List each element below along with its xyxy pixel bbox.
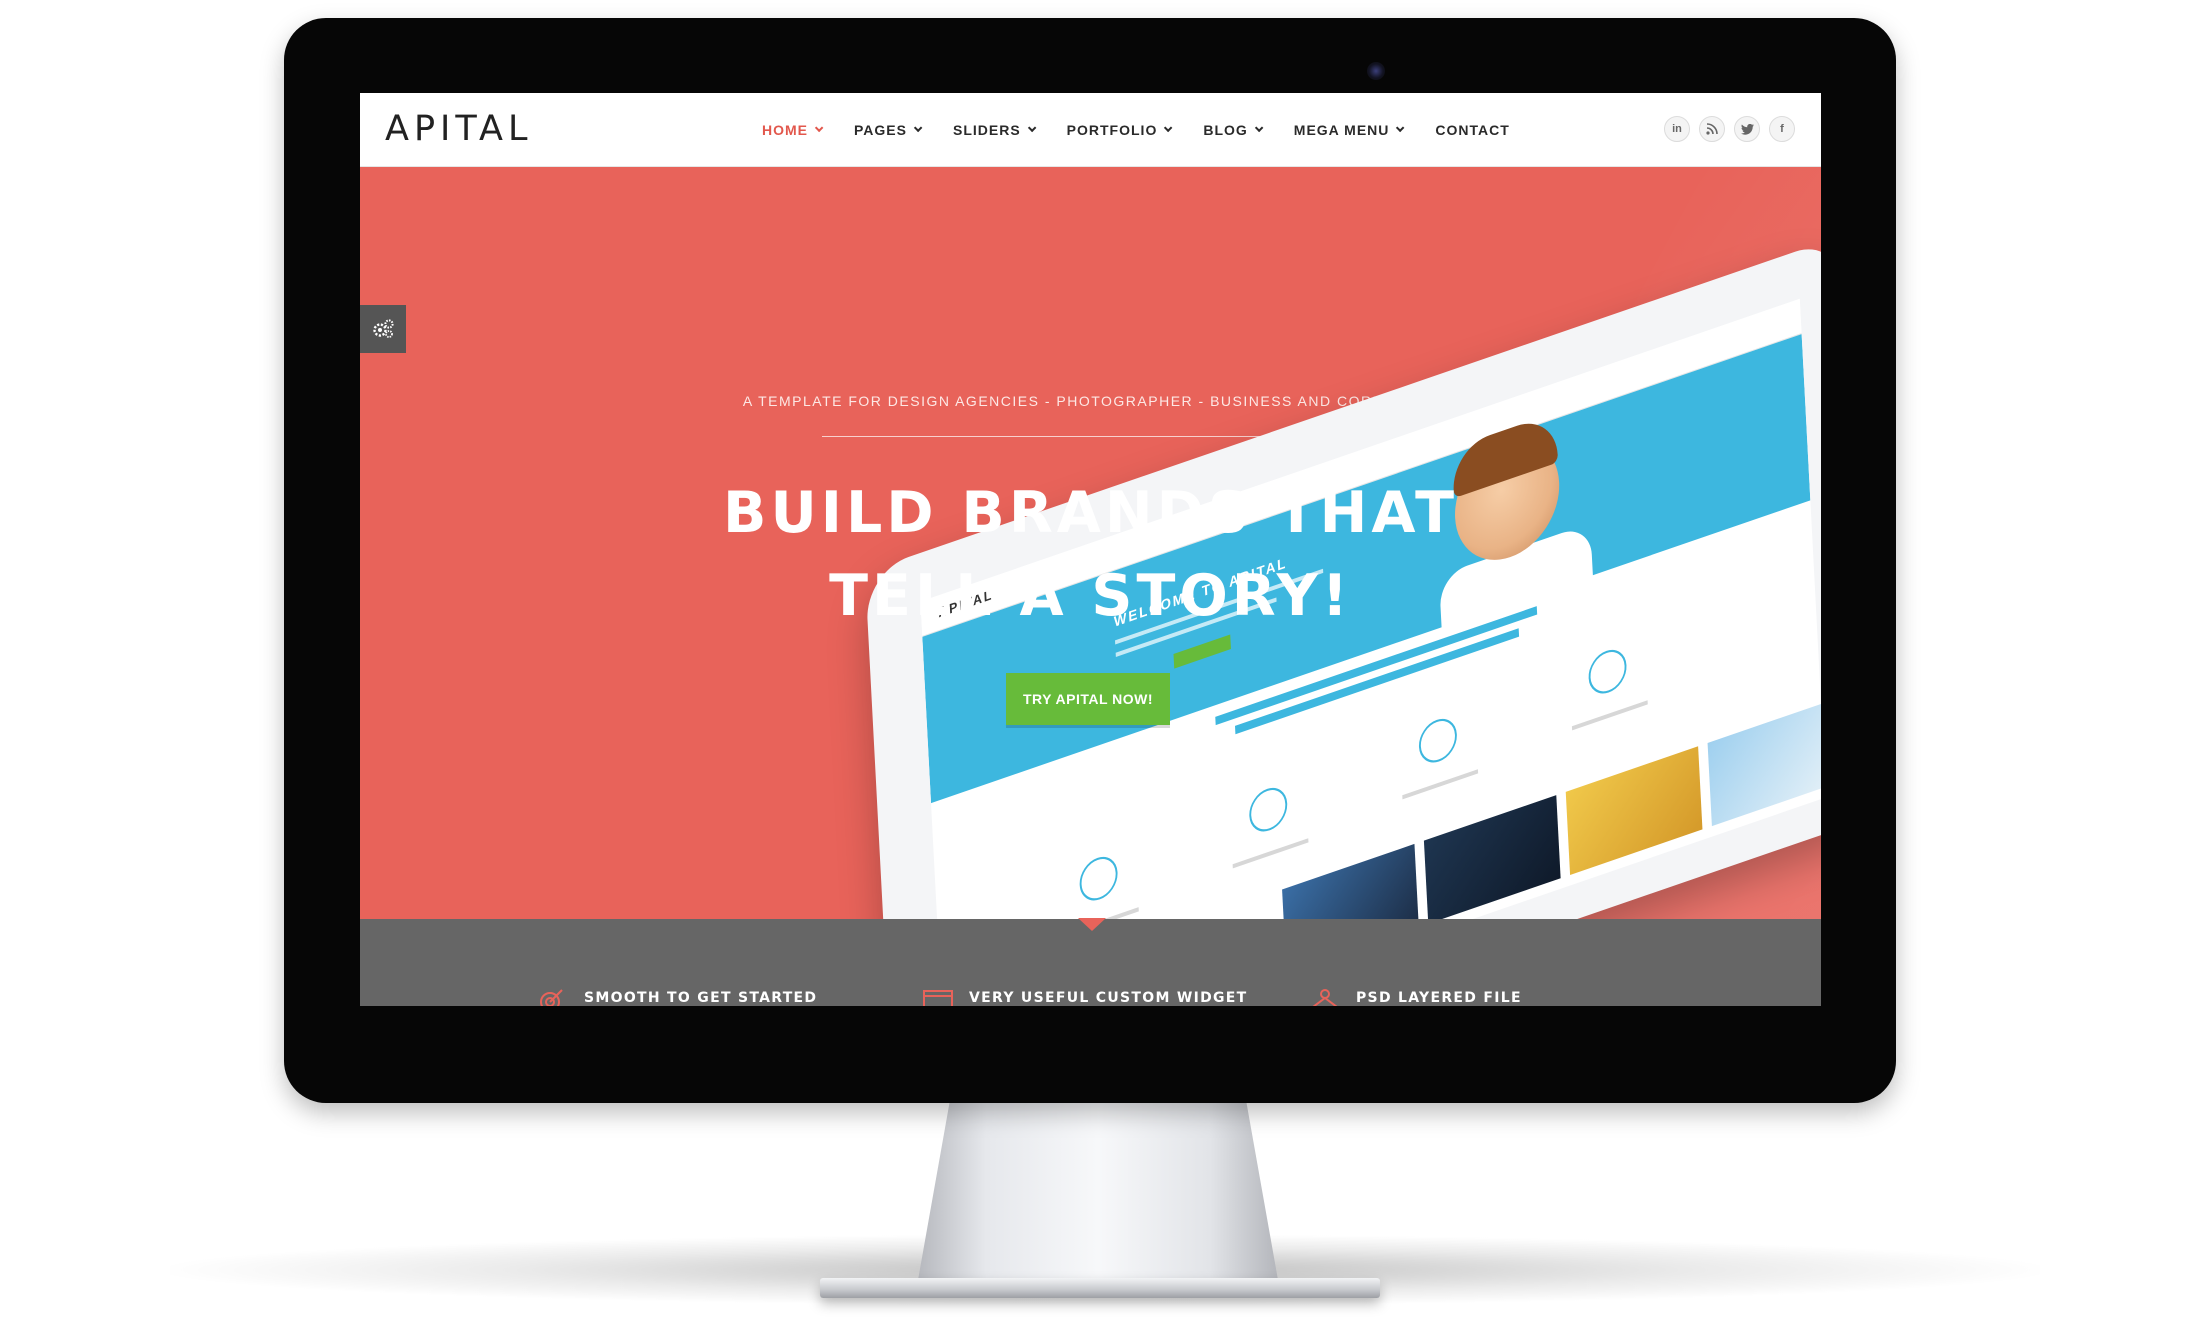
rss-icon[interactable] <box>1699 116 1725 142</box>
try-apital-button[interactable]: TRY APITAL NOW! <box>1006 673 1170 725</box>
feature-item: SMOOTH TO GET STARTED <box>538 988 817 1006</box>
portfolio-thumbnail <box>1282 843 1419 919</box>
nav-item-label: PAGES <box>854 122 907 138</box>
chevron-down-icon <box>1254 123 1264 133</box>
monitor-stand <box>918 1100 1278 1280</box>
target-icon <box>540 989 563 1006</box>
chevron-down-icon <box>1396 123 1405 133</box>
nav-item-blog[interactable]: BLOG <box>1186 93 1276 167</box>
portfolio-thumbnail <box>1565 746 1703 875</box>
nav-item-label: CONTACT <box>1435 122 1510 138</box>
service-circle-icon <box>1587 644 1628 699</box>
tablet-text-line <box>1232 838 1309 869</box>
gears-icon <box>373 319 394 338</box>
social-links: in f <box>1664 116 1795 142</box>
nav-item-pages[interactable]: PAGES <box>837 93 936 167</box>
section-notch <box>1078 918 1106 931</box>
nav-item-label: BLOG <box>1203 122 1248 138</box>
monitor-screen: APITAL HOME PAGES SLIDERS PORTFOLIO BLOG <box>360 93 1821 1006</box>
feature-label: VERY USEFUL CUSTOM WIDGET <box>969 990 1248 1006</box>
site-header: APITAL HOME PAGES SLIDERS PORTFOLIO BLOG <box>360 93 1821 167</box>
feature-label: SMOOTH TO GET STARTED <box>584 990 818 1006</box>
chevron-down-icon <box>913 123 923 133</box>
widget-icon <box>923 990 953 1006</box>
nav-item-contact[interactable]: CONTACT <box>1418 93 1526 167</box>
settings-toggle-button[interactable] <box>360 305 406 353</box>
chevron-down-icon <box>1164 123 1173 133</box>
nav-item-sliders[interactable]: SLIDERS <box>936 93 1050 167</box>
nav-item-label: HOME <box>762 122 808 138</box>
hero-headline-line: BUILD BRANDS THAT <box>723 480 1458 546</box>
feature-label: PSD LAYERED FILE <box>1356 990 1522 1006</box>
main-nav: HOME PAGES SLIDERS PORTFOLIO BLOG MEGA M… <box>745 93 1527 167</box>
hero-section: A TEMPLATE FOR DESIGN AGENCIES - PHOTOGR… <box>360 167 1821 919</box>
nav-item-label: SLIDERS <box>952 122 1021 138</box>
service-circle-icon <box>1417 713 1458 768</box>
tablet-hero-button <box>1173 634 1231 669</box>
hero-headline: BUILD BRANDS THAT TELL A STORY! <box>360 472 1821 638</box>
feature-item: PSD LAYERED FILE <box>1310 988 1522 1006</box>
feature-item: VERY USEFUL CUSTOM WIDGET <box>923 988 1248 1006</box>
tablet-text-line <box>1571 700 1648 731</box>
chevron-down-icon <box>1027 123 1037 133</box>
portfolio-thumbnail <box>1423 795 1561 919</box>
nav-item-label: PORTFOLIO <box>1066 122 1158 138</box>
layers-icon <box>1312 989 1338 1006</box>
tablet-text-line <box>1402 769 1479 800</box>
nav-item-portfolio[interactable]: PORTFOLIO <box>1050 93 1187 167</box>
service-circle-icon <box>1078 851 1119 906</box>
nav-item-home[interactable]: HOME <box>745 93 837 167</box>
chevron-down-icon <box>814 123 824 133</box>
webcam-icon <box>1367 62 1385 80</box>
monitor-stand-foot <box>820 1278 1380 1298</box>
site-logo[interactable]: APITAL <box>385 109 532 149</box>
service-circle-icon <box>1248 782 1289 837</box>
nav-item-mega-menu[interactable]: MEGA MENU <box>1277 93 1419 167</box>
hero-headline-line: TELL A STORY! <box>829 563 1352 629</box>
facebook-icon[interactable]: f <box>1769 116 1795 142</box>
linkedin-icon[interactable]: in <box>1664 116 1690 142</box>
nav-item-label: MEGA MENU <box>1293 122 1390 138</box>
twitter-icon[interactable] <box>1734 116 1760 142</box>
portfolio-thumbnail <box>1707 697 1821 827</box>
